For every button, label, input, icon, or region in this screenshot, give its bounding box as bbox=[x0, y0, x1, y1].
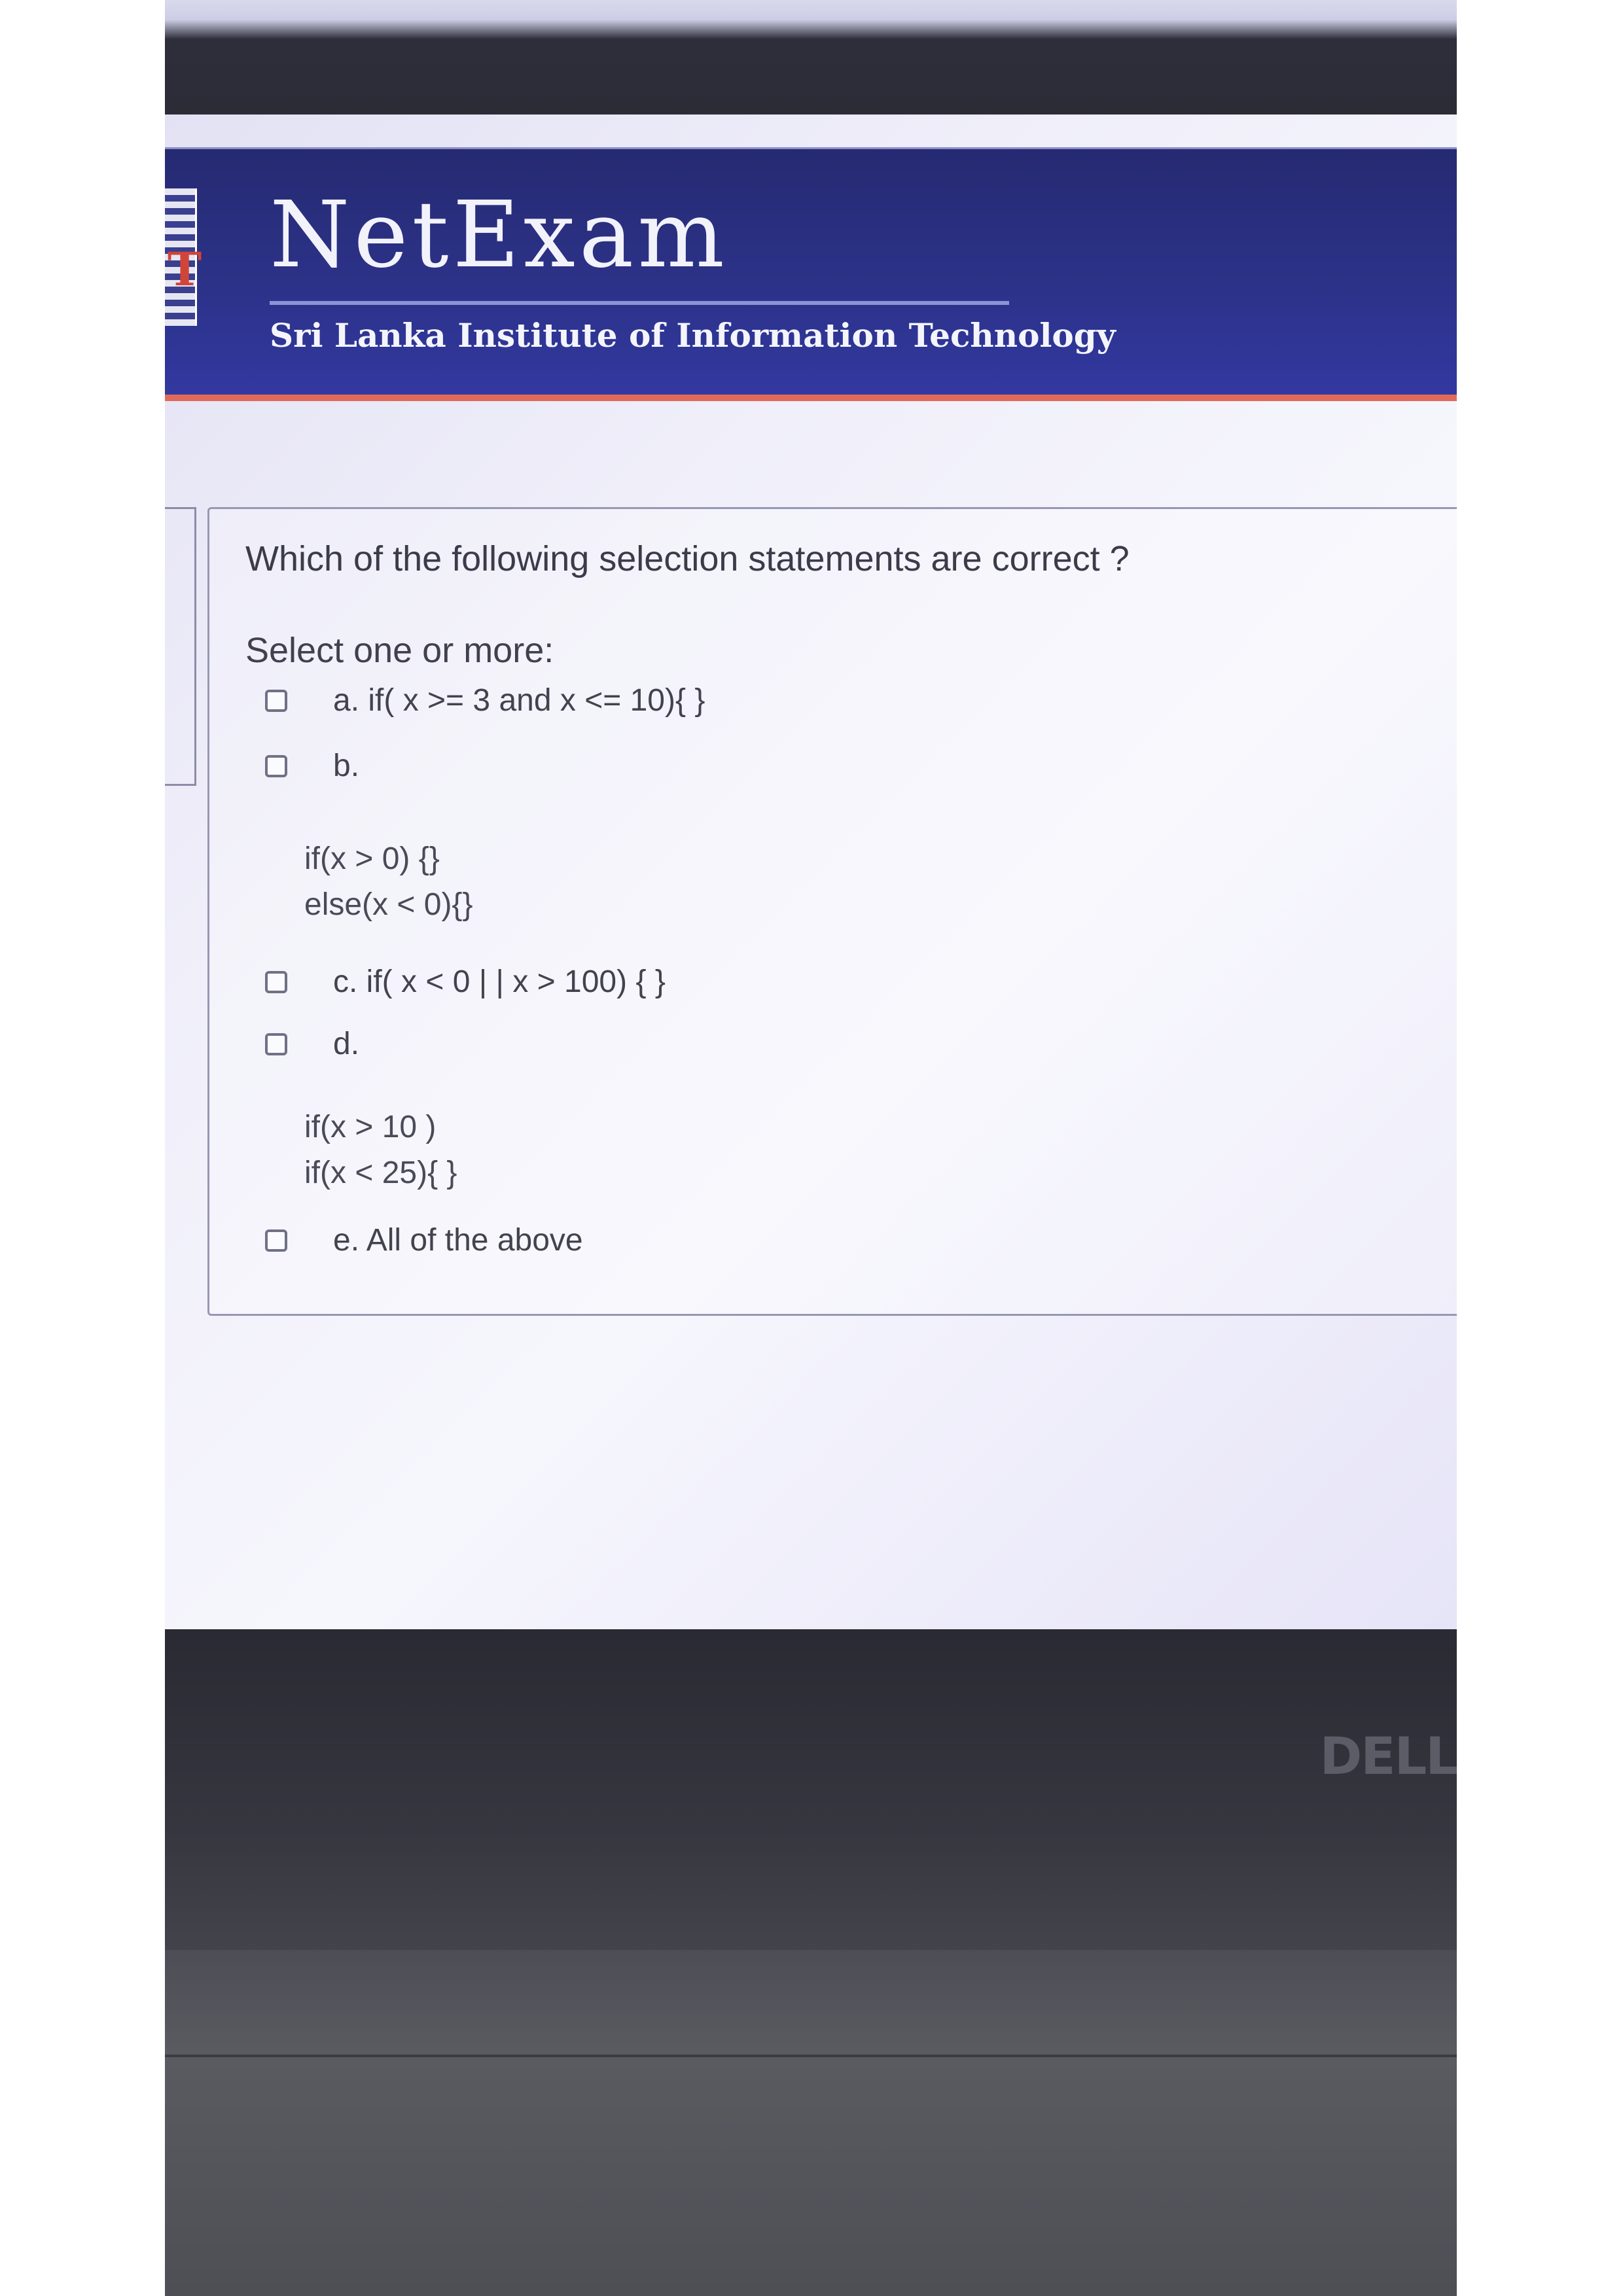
institute-name: Sri Lanka Institute of Information Techn… bbox=[270, 316, 1116, 355]
question-card: Which of the following selection stateme… bbox=[207, 507, 1457, 1316]
option-d-label: d. bbox=[333, 1027, 360, 1061]
option-a[interactable]: a. if( x >= 3 and x <= 10){ } bbox=[265, 682, 705, 718]
option-b[interactable]: b. bbox=[265, 748, 359, 784]
option-b-code-line: else(x < 0){} bbox=[304, 887, 473, 922]
option-b-label: b. bbox=[333, 749, 360, 783]
question-text: Which of the following selection stateme… bbox=[245, 539, 1130, 578]
option-c-label: c. if( x < 0 | | x > 100) { } bbox=[333, 964, 666, 999]
option-c[interactable]: c. if( x < 0 | | x > 100) { } bbox=[265, 964, 666, 1000]
option-e-label: e. All of the above bbox=[333, 1223, 583, 1258]
bottom-bezel bbox=[165, 1629, 1457, 1956]
dell-logo: DELL bbox=[1319, 1727, 1457, 1786]
option-d-checkbox[interactable] bbox=[265, 1033, 287, 1055]
keyboard-deck bbox=[165, 1950, 1457, 2296]
brand-divider bbox=[270, 301, 1009, 305]
screen: T NetExam Sri Lanka Institute of Informa… bbox=[165, 115, 1457, 1633]
option-d[interactable]: d. bbox=[265, 1026, 359, 1062]
option-a-label: a. if( x >= 3 and x <= 10){ } bbox=[333, 683, 705, 718]
option-d-code-line: if(x < 25){ } bbox=[304, 1156, 457, 1190]
option-b-code-line: if(x > 0) {} bbox=[304, 841, 440, 876]
left-nav-panel bbox=[165, 507, 196, 786]
option-c-checkbox[interactable] bbox=[265, 970, 287, 993]
sliit-logo-icon: T bbox=[165, 188, 202, 326]
option-d-code-line: if(x > 10 ) bbox=[304, 1110, 437, 1144]
deck-seam bbox=[165, 2055, 1457, 2057]
option-d-code: if(x > 10 ) if(x < 25){ } bbox=[304, 1104, 457, 1196]
option-e[interactable]: e. All of the above bbox=[265, 1222, 583, 1258]
logo-letter: T bbox=[168, 242, 202, 296]
laptop-photo: T NetExam Sri Lanka Institute of Informa… bbox=[165, 0, 1457, 2296]
option-a-checkbox[interactable] bbox=[265, 689, 287, 712]
option-e-checkbox[interactable] bbox=[265, 1229, 287, 1252]
option-b-code: if(x > 0) {} else(x < 0){} bbox=[304, 836, 473, 928]
answer-prompt: Select one or more: bbox=[245, 631, 554, 670]
option-b-checkbox[interactable] bbox=[265, 754, 287, 777]
brand-title[interactable]: NetExam bbox=[270, 182, 728, 289]
site-header: T NetExam Sri Lanka Institute of Informa… bbox=[165, 147, 1457, 401]
